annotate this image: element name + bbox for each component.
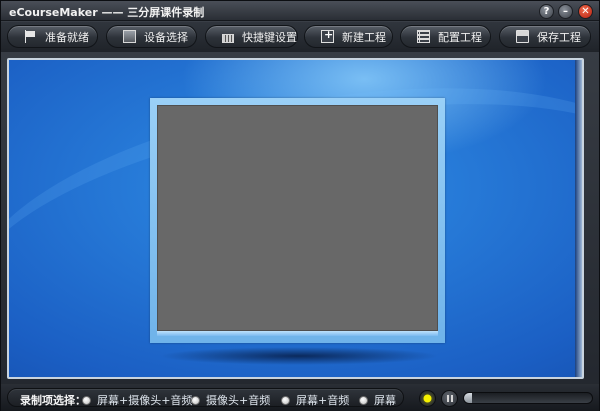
radio-icon[interactable] xyxy=(359,395,368,405)
config-icon xyxy=(417,30,430,43)
record-options-panel: 录制项选择： 屏幕+摄像头+音频 摄像头+音频 屏幕+音频 屏幕 xyxy=(7,388,404,407)
save-project-button[interactable]: 保存工程 xyxy=(499,25,591,48)
device-select-button[interactable]: 设备选择 xyxy=(106,25,197,48)
ready-button-label: 准备就绪 xyxy=(45,30,89,44)
volume-level-fill xyxy=(464,393,472,403)
screen-preview xyxy=(157,105,438,331)
new-project-icon xyxy=(321,28,334,43)
radio-icon[interactable] xyxy=(82,395,91,405)
help-button[interactable]: ? xyxy=(539,4,554,19)
hotkey-settings-button[interactable]: 快捷键设置 xyxy=(205,25,298,48)
option-camera-audio-label: 摄像头+音频 xyxy=(206,394,271,407)
device-select-label: 设备选择 xyxy=(144,30,188,44)
keyboard-icon xyxy=(222,34,234,43)
option-screen-only-label: 屏幕 xyxy=(374,394,396,407)
status-bar: 录制项选择： 屏幕+摄像头+音频 摄像头+音频 屏幕+音频 屏幕 xyxy=(1,384,599,411)
option-screen-audio-label: 屏幕+音频 xyxy=(296,394,350,407)
record-button[interactable] xyxy=(419,390,436,407)
new-project-label: 新建工程 xyxy=(342,30,386,44)
preview-area xyxy=(9,60,582,377)
new-project-button[interactable]: 新建工程 xyxy=(304,25,393,48)
screen-preview-reflection xyxy=(157,331,438,336)
option-camera-audio[interactable]: 摄像头+音频 xyxy=(191,392,270,408)
hotkey-settings-label: 快捷键设置 xyxy=(242,30,297,44)
screen-preview-border xyxy=(150,98,445,343)
ready-button[interactable]: 准备就绪 xyxy=(7,25,98,48)
option-screen-camera-audio-label: 屏幕+摄像头+音频 xyxy=(97,394,193,407)
save-icon xyxy=(516,30,529,43)
title-bar: eCourseMaker —— 三分屏课件录制 ? – ✕ xyxy=(1,1,599,21)
config-project-button[interactable]: 配置工程 xyxy=(400,25,491,48)
preview-scroll-edge xyxy=(575,60,582,377)
close-button[interactable]: ✕ xyxy=(578,4,593,19)
option-screen-only[interactable]: 屏幕 xyxy=(359,392,396,408)
save-project-label: 保存工程 xyxy=(537,30,581,44)
volume-level-meter[interactable] xyxy=(463,392,593,404)
preview-frame xyxy=(7,58,584,379)
config-project-label: 配置工程 xyxy=(438,30,482,44)
app-window: eCourseMaker —— 三分屏课件录制 ? – ✕ 准备就绪 设备选择 … xyxy=(0,0,600,411)
device-icon xyxy=(123,30,136,43)
window-title: eCourseMaker —— 三分屏课件录制 xyxy=(9,6,205,19)
pause-button[interactable] xyxy=(441,390,458,407)
record-options-label: 录制项选择： xyxy=(20,394,86,407)
minimize-button[interactable]: – xyxy=(558,4,573,19)
flag-icon xyxy=(24,30,37,43)
radio-icon[interactable] xyxy=(191,395,200,405)
radio-icon[interactable] xyxy=(281,395,290,405)
screen-shadow xyxy=(159,347,439,365)
option-screen-audio[interactable]: 屏幕+音频 xyxy=(281,392,349,408)
toolbar: 准备就绪 设备选择 快捷键设置 新建工程 配置工程 保存工程 xyxy=(1,22,599,52)
option-screen-camera-audio[interactable]: 屏幕+摄像头+音频 xyxy=(82,392,192,408)
